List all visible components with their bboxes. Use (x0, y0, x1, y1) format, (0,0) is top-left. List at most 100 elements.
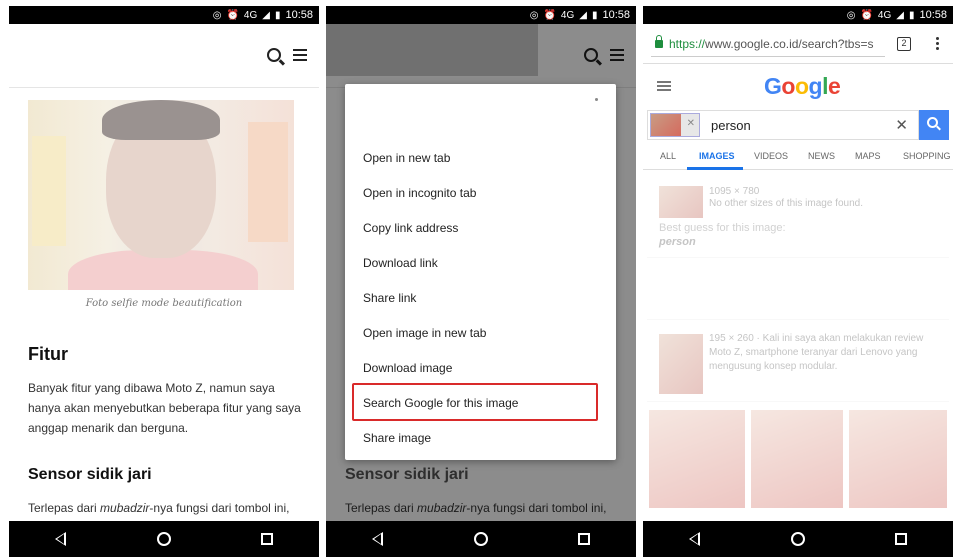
back-button[interactable] (41, 532, 81, 546)
result-thumbnail[interactable] (659, 186, 703, 218)
result-thumbnail[interactable] (659, 334, 703, 394)
query-text: person (711, 118, 751, 133)
back-button[interactable] (675, 532, 715, 546)
back-icon (372, 532, 384, 546)
status-bar: ◎ ⏰ 4G ◢ ▮ 10:58 (643, 6, 953, 24)
home-button[interactable] (144, 532, 184, 546)
site-header (9, 24, 319, 88)
section-paragraph: Banyak fitur yang dibawa Moto Z, namun s… (28, 381, 301, 435)
image-size: 1095 × 780 (709, 186, 760, 197)
photo-caption: Foto selfie mode beautification (85, 298, 243, 309)
active-tab-indicator (687, 167, 743, 170)
menu-item-download-image[interactable]: Download image (363, 361, 452, 375)
result-card[interactable]: 195 × 260 · Kali ini saya akan melakukan… (647, 324, 949, 402)
url-scheme: https:// (669, 36, 706, 51)
section-subheading: Sensor sidik jari (28, 466, 152, 483)
query-image-thumbnail (651, 114, 681, 136)
tab-videos[interactable]: VIDEOS (754, 151, 788, 161)
best-guess-link[interactable]: person (659, 236, 696, 248)
image-result[interactable] (849, 410, 947, 508)
screen-article: ◎ ⏰ 4G ◢ ▮ 10:58 Foto selfie mode beauti… (9, 0, 319, 557)
search-icon[interactable] (267, 48, 281, 62)
tab-switcher-button[interactable]: 2 (897, 37, 911, 51)
home-button[interactable] (461, 532, 501, 546)
search-button[interactable] (919, 110, 949, 140)
background-poster (32, 136, 66, 246)
home-button[interactable] (778, 532, 818, 546)
alarm-icon: ⏰ (226, 9, 239, 21)
google-logo[interactable]: Google (764, 73, 841, 100)
tab-shopping[interactable]: SHOPPING (903, 151, 951, 161)
home-icon (790, 532, 805, 546)
menu-item-search-google-image[interactable]: Search Google for this image (363, 396, 518, 410)
image-result[interactable] (649, 410, 745, 508)
battery-icon: ▮ (274, 9, 281, 21)
article-photo[interactable] (28, 100, 294, 290)
screen-context-menu: ◎ ⏰ 4G ◢ ▮ 10:58 Sensor sidik jari Terle… (326, 0, 636, 557)
back-button[interactable] (358, 532, 398, 546)
result-note: No other sizes of this image found. (709, 198, 863, 209)
recents-icon (261, 533, 274, 545)
image-result[interactable] (751, 410, 843, 508)
url-text: www.google.co.id/search?tbs=s (705, 36, 874, 51)
hotspot-icon: ◎ (846, 9, 856, 21)
background-poster (248, 122, 288, 242)
menu-icon[interactable] (293, 49, 307, 61)
recents-button[interactable] (247, 533, 287, 545)
menu-item-open-new-tab[interactable]: Open in new tab (363, 151, 450, 165)
overflow-menu-icon[interactable] (936, 37, 939, 51)
menu-item-download-link[interactable]: Download link (363, 256, 438, 270)
tab-all[interactable]: ALL (660, 151, 676, 161)
image-query-chip[interactable]: ✕ (650, 113, 700, 137)
tab-images[interactable]: IMAGES (699, 151, 735, 161)
result-description: 195 × 260 · Kali ini saya akan melakukan… (709, 333, 924, 372)
menu-item-open-incognito[interactable]: Open in incognito tab (363, 186, 476, 200)
search-tabs: ALL IMAGES VIDEOS NEWS MAPS SHOPPING (643, 142, 953, 170)
battery-icon: ▮ (908, 9, 915, 21)
status-bar: ◎ ⏰ 4G ◢ ▮ 10:58 (9, 6, 319, 24)
recents-icon (578, 533, 591, 545)
hotspot-icon: ◎ (529, 9, 539, 21)
person-hair (102, 100, 220, 140)
result-card (647, 260, 949, 320)
more-icon (595, 98, 598, 101)
screen-google-results: ◎ ⏰ 4G ◢ ▮ 10:58 https:// www.google.co.… (643, 0, 953, 557)
menu-item-open-image[interactable]: Open image in new tab (363, 326, 486, 340)
network-label: 4G (877, 9, 892, 21)
clock: 10:58 (919, 9, 947, 21)
section-paragraph: Terlepas dari mubadzir-nya fungsi dari t… (28, 501, 290, 515)
section-heading: Fitur (28, 344, 68, 364)
url-field[interactable]: https:// www.google.co.id/search?tbs=s (651, 31, 885, 57)
network-label: 4G (560, 9, 575, 21)
status-bar: ◎ ⏰ 4G ◢ ▮ 10:58 (326, 6, 636, 24)
home-icon (156, 532, 171, 546)
network-label: 4G (243, 9, 258, 21)
recents-button[interactable] (881, 533, 921, 545)
lock-icon (655, 34, 663, 48)
signal-icon: ◢ (896, 9, 904, 21)
clock: 10:58 (285, 9, 313, 21)
browser-toolbar: https:// www.google.co.id/search?tbs=s 2 (643, 24, 953, 64)
recents-button[interactable] (564, 533, 604, 545)
context-menu: Open in new tab Open in incognito tab Co… (345, 84, 616, 460)
tab-maps[interactable]: MAPS (855, 151, 881, 161)
search-input[interactable]: ✕ person ✕ (647, 110, 919, 140)
dim-header-region (326, 24, 538, 76)
back-icon (689, 532, 701, 546)
hamburger-icon[interactable] (657, 81, 671, 91)
remove-image-icon[interactable]: ✕ (687, 118, 695, 129)
menu-item-share-image[interactable]: Share image (363, 431, 431, 445)
google-header: Google (643, 64, 953, 108)
nav-bar (643, 521, 953, 557)
signal-icon: ◢ (579, 9, 587, 21)
menu-item-copy-link[interactable]: Copy link address (363, 221, 458, 235)
back-icon (55, 532, 67, 546)
tab-news[interactable]: NEWS (808, 151, 835, 161)
nav-bar (326, 521, 636, 557)
hotspot-icon: ◎ (212, 9, 222, 21)
search-icon (927, 117, 938, 128)
menu-item-share-link[interactable]: Share link (363, 291, 416, 305)
nav-bar (9, 521, 319, 557)
clear-icon[interactable]: ✕ (895, 116, 908, 134)
result-card: 1095 × 780 No other sizes of this image … (647, 176, 949, 258)
